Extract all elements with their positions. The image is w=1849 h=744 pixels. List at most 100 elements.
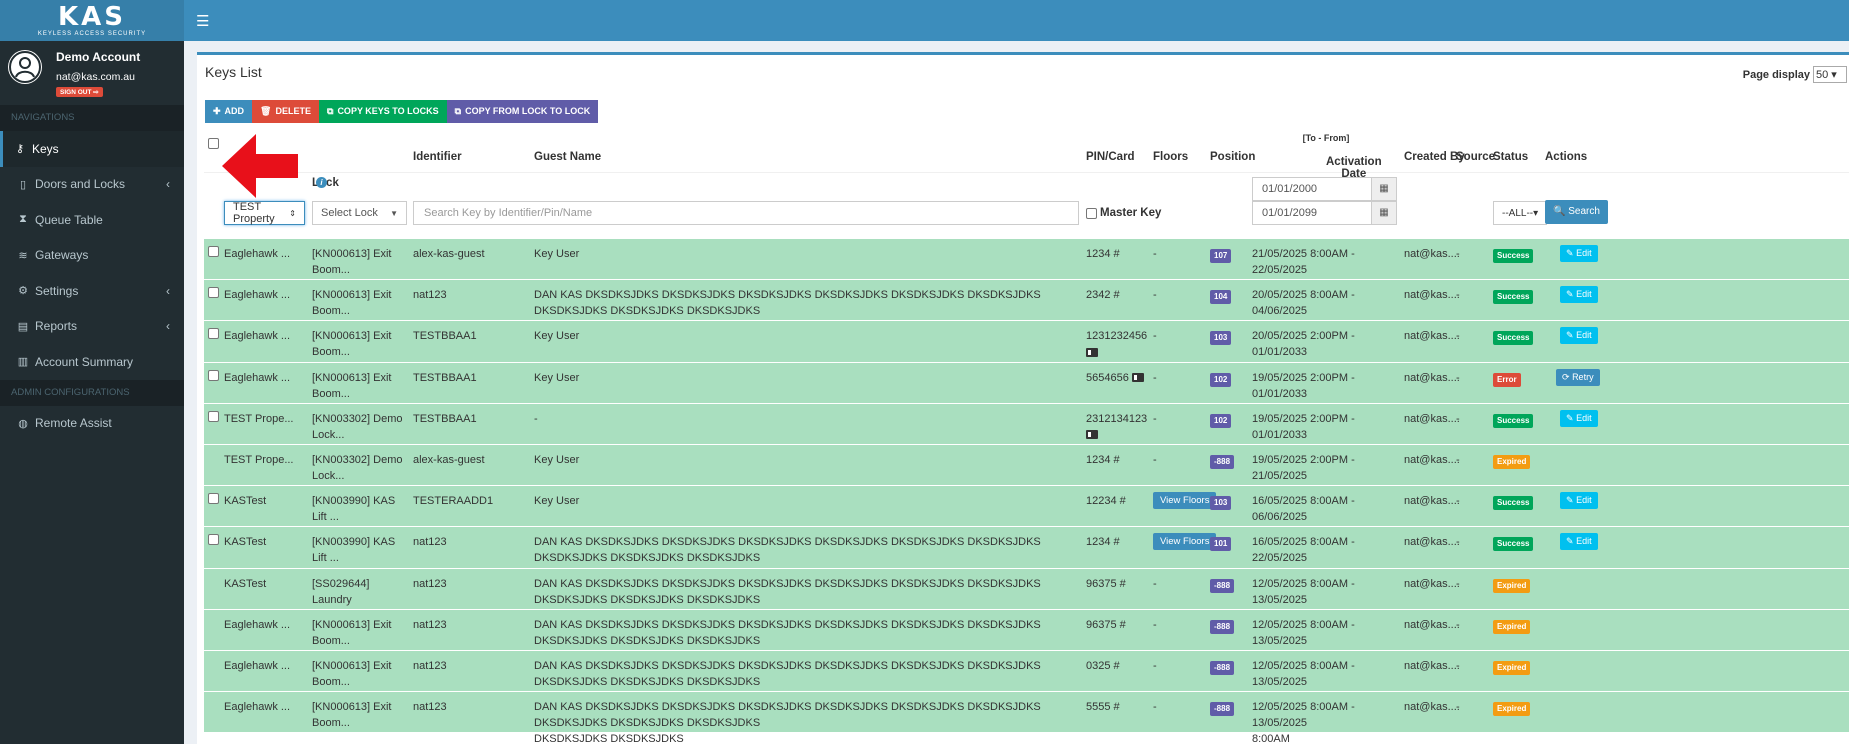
row-checkbox[interactable] [208,493,219,505]
edit-button[interactable]: ✎ Edit [1560,409,1598,427]
status-select[interactable]: --ALL-- ▾ [1493,201,1548,225]
cell-created-by: nat@kas.... [1404,701,1460,714]
cell-created-by: nat@kas.... [1404,577,1460,590]
sidebar-item-account-summary[interactable]: ▥ Account Summary [0,344,184,380]
table-row[interactable]: KASTest [KN003990] KAS Lift ... TESTERAADD… [204,486,1849,539]
add-button[interactable]: ✚ ADD [205,100,253,123]
sign-out-button[interactable]: SIGN OUT ⇨ [56,87,103,97]
globe-icon: ◍ [18,417,28,430]
position-badge: 101 [1210,537,1232,552]
cell-lock-line1: [KN000613] Exit [312,618,392,631]
edit-button[interactable]: ✎ Edit [1560,286,1598,304]
select-all-checkbox[interactable] [208,138,219,149]
sidebar: KAS KEYLESS ACCESS SECURITY Demo Account… [0,0,184,744]
cell-guest-name: Key User [534,493,1079,509]
sidebar-item-gateways[interactable]: ≋ Gateways [0,238,184,274]
add-label: ADD [224,106,245,116]
id-card-icon [1086,347,1098,357]
cell-pin-card: 96375 # [1086,576,1126,592]
chevron-left-icon: ‹ [166,177,170,192]
status-badge: Success [1493,537,1534,552]
search-button[interactable]: 🔍 Search [1545,200,1608,224]
table-row[interactable]: Eaglehawk ... [KN000613] Exit Boom... TESTB… [204,362,1849,416]
table-row[interactable]: Eaglehawk ... [KN000613] Exit Boom... nat12… [204,692,1849,744]
logo[interactable]: KAS KEYLESS ACCESS SECURITY [0,0,184,41]
row-checkbox[interactable] [208,369,219,381]
date-to-input[interactable]: 01/01/2099 ▦ [1252,201,1397,225]
edit-button[interactable]: ✎ Edit [1560,327,1598,345]
table-row[interactable]: Eaglehawk ... [KN000613] Exit Boom... nat12… [204,280,1849,333]
property-select[interactable]: TEST Property ⇕ [224,201,305,225]
cell-created-by: nat@kas.... [1404,659,1460,672]
row-checkbox[interactable] [208,410,219,422]
page-size-select[interactable]: 50 ▾ [1813,66,1847,83]
cell-source: - [1456,495,1460,508]
position-badge: 104 [1210,290,1232,305]
calendar-icon[interactable]: ▦ [1371,202,1396,224]
row-checkbox[interactable] [208,287,219,299]
cell-guest-line1: DAN KAS DKSDKSJDKS DKSDKSJDKS DKSDKSJDKS… [534,289,1041,318]
sidebar-item-settings[interactable]: ⚙ Settings ‹ [0,273,184,309]
hamburger-menu-icon[interactable]: ☰ [196,12,209,30]
search-input[interactable]: Search Key by Identifier/Pin/Name [413,201,1079,225]
cell-guest-line2: DKSDKSJDKS DKSDKSJDKS [534,733,684,744]
cell-date-line1: 20/05/2025 2:00PM - 01/01/2033 [1252,330,1355,359]
row-checkbox[interactable] [208,328,219,340]
cell-source: - [1456,330,1460,343]
delete-button[interactable]: 🗑 DELETE [252,100,319,123]
cell-floors: - [1153,701,1157,714]
table-row[interactable]: Eaglehawk ... [KN000613] Exit Boom... alex-… [204,239,1849,292]
cell-source: - [1456,412,1460,425]
table-row[interactable]: TEST Prope... [KN003302] Demo Lock... TESTB… [204,403,1849,457]
cell-pin: 1234 # [1086,453,1120,466]
cell-lock-line2: Boom... [312,387,350,400]
col-position: Position [1210,151,1256,163]
cell-floors: - [1153,289,1157,302]
edit-button[interactable]: ✎ Edit [1560,533,1598,551]
copy-keys-to-locks-button[interactable]: ⧉ COPY KEYS TO LOCKS [319,100,447,123]
row-checkbox[interactable] [208,534,219,546]
sidebar-item-doors-and-locks[interactable]: ▯ Doors and Locks ‹ [0,167,184,203]
table-row[interactable]: Eaglehawk ... [KN000613] Exit Boom... nat12… [204,609,1849,663]
view-floors-button[interactable]: View Floors [1153,533,1217,551]
table-row[interactable]: Eaglehawk ... [KN000613] Exit Boom... TESTB… [204,321,1849,374]
cell-lock-line1: [KN003302] Demo [312,453,403,466]
retry-button[interactable]: ⟳ Retry [1556,368,1600,386]
date-from-input[interactable]: 01/01/2000 ▦ [1252,177,1397,201]
sidebar-item-label: Queue Table [35,212,103,227]
cell-lock: [KN000613] Exit Boom... [312,370,407,402]
cell-date-line1: 16/05/2025 8:00AM - 06/06/2025 [1252,495,1355,524]
table-row[interactable]: KASTest [KN003990] KAS Lift ... nat123 DAN … [204,527,1849,580]
table-row[interactable]: TEST Prope... [KN003302] Demo Lock... alex-… [204,444,1849,498]
sidebar-item-remote-assist[interactable]: ◍ Remote Assist [0,406,184,442]
lock-select[interactable]: Select Lock ▼ [312,201,407,225]
cell-guest-name: Key User [534,246,1079,262]
sidebar-item-keys[interactable]: ⚷ Keys [0,131,184,167]
cell-guest-line1: Key User [534,495,580,508]
edit-button[interactable]: ✎ Edit [1560,245,1598,262]
cell-source: - [1456,577,1460,590]
row-checkbox[interactable] [208,246,219,257]
nav-header-navigations: NAVIGATIONS [0,105,184,131]
cell-date-line1: 21/05/2025 8:00AM - 22/05/2025 [1252,248,1355,276]
master-key-checkbox[interactable] [1086,207,1097,219]
user-email: nat@kas.com.au [56,71,135,83]
calendar-icon[interactable]: ▦ [1371,178,1396,200]
sidebar-item-reports[interactable]: ▤ Reports ‹ [0,309,184,345]
sidebar-item-queue-table[interactable]: ⧗ Queue Table [0,202,184,238]
table-row[interactable]: KASTest [SS029644] Laundry nat123 DAN KAS D… [204,568,1849,622]
col-status: Status [1493,151,1529,163]
cell-identifier: TESTBBAA1 [413,412,477,425]
position-badge: 102 [1210,413,1232,428]
cell-guest-line1: DAN KAS DKSDKSJDKS DKSDKSJDKS DKSDKSJDKS… [534,659,1041,688]
edit-button[interactable]: ✎ Edit [1560,492,1598,510]
table-row[interactable]: Eaglehawk ... [KN000613] Exit Boom... nat12… [204,650,1849,704]
edit-label: Edit [1576,412,1592,423]
view-floors-button[interactable]: View Floors [1153,492,1217,510]
master-key-filter[interactable]: Master Key [1086,207,1161,219]
position-badge: 103 [1210,496,1232,511]
cell-pin: 1231232456 [1086,330,1148,343]
cell-created-by: nat@kas.... [1404,495,1460,508]
search-icon: 🔍 [1553,206,1566,217]
copy-from-lock-to-lock-button[interactable]: ⧉ COPY FROM LOCK TO LOCK [446,100,599,123]
